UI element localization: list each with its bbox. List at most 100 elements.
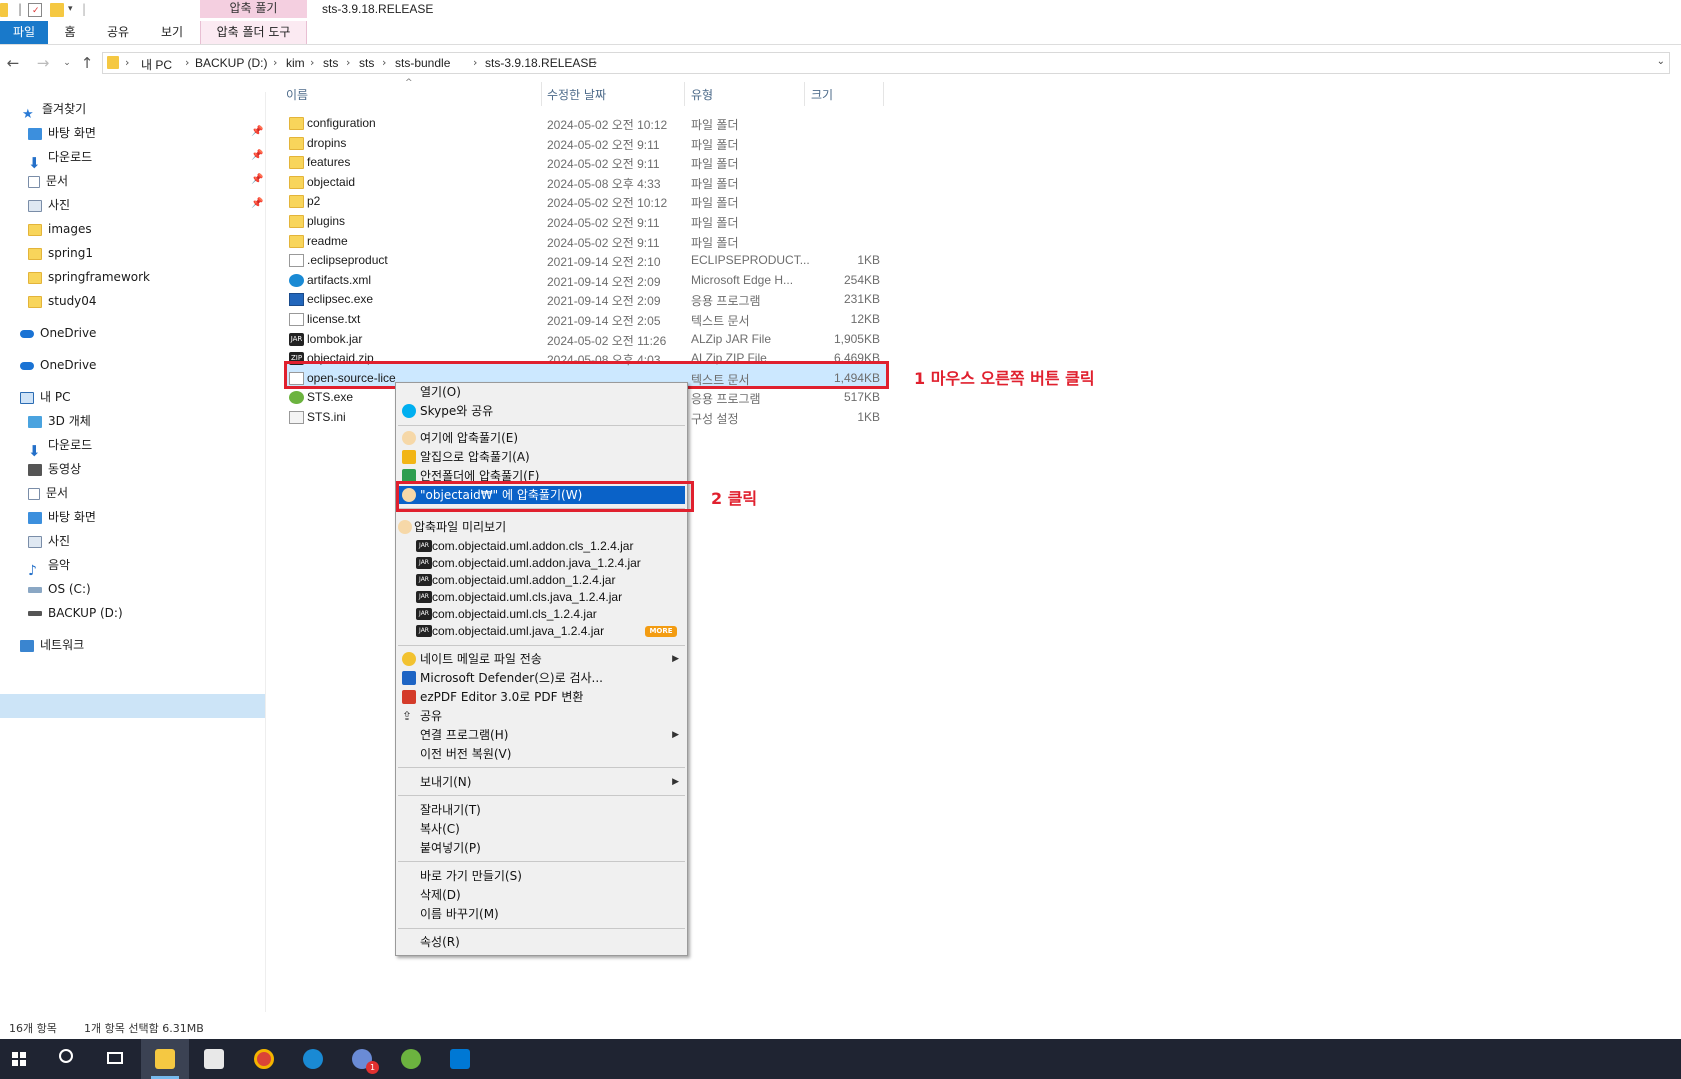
taskbar-edge[interactable] — [289, 1039, 337, 1079]
file-row[interactable]: features 2024-05-02 오전 9:11 파일 폴더 — [280, 152, 880, 173]
menu-item-open-with[interactable]: 연결 프로그램(H) ▶ — [398, 726, 685, 744]
preview-item[interactable]: JAR com.objectaid.uml.cls.java_1.2.4.jar — [398, 588, 685, 606]
tab-view[interactable]: 보기 — [152, 21, 192, 44]
nav-downloads[interactable]: ⬇ 다운로드 — [28, 146, 92, 172]
forward-arrow-icon[interactable]: → — [34, 54, 52, 72]
nav-onedrive-2[interactable]: OneDrive — [20, 354, 96, 376]
task-view-button[interactable] — [92, 1039, 140, 1079]
taskbar-file-explorer[interactable] — [141, 1039, 189, 1079]
menu-item-open[interactable]: 열기(O) — [398, 383, 685, 401]
nav-documents[interactable]: 문서 — [28, 170, 68, 192]
menu-item-restore-previous[interactable]: 이전 버전 복원(V) — [398, 745, 685, 763]
file-row[interactable]: configuration 2024-05-02 오전 10:12 파일 폴더 — [280, 113, 880, 134]
file-row[interactable]: .eclipseproduct 2021-09-14 오전 2:10 ECLIPSE… — [280, 250, 880, 271]
column-header-size[interactable]: 크기 — [811, 86, 833, 103]
tab-file[interactable]: 파일 — [0, 21, 48, 44]
breadcrumb-sts-bundle[interactable]: sts-bundle — [395, 56, 450, 70]
menu-item-alzip-extract[interactable]: 알집으로 압축풀기(A) — [398, 448, 685, 466]
taskbar-chrome[interactable] — [240, 1039, 288, 1079]
preview-item[interactable]: JAR com.objectaid.uml.addon.java_1.2.4.ja… — [398, 554, 685, 572]
nav-pc-pictures[interactable]: 사진 — [28, 530, 70, 552]
preview-item[interactable]: JAR com.objectaid.uml.cls_1.2.4.jar — [398, 605, 685, 623]
taskbar-sts[interactable] — [387, 1039, 435, 1079]
tab-compressed-folder-tools[interactable]: 압축 폴더 도구 — [200, 21, 307, 44]
recent-locations-chevron-icon[interactable]: ⌄ — [58, 54, 76, 72]
menu-item-create-shortcut[interactable]: 바로 가기 만들기(S) — [398, 867, 685, 885]
tab-share[interactable]: 공유 — [98, 21, 138, 44]
nav-onedrive-1[interactable]: OneDrive — [20, 322, 96, 344]
taskbar-vscode[interactable] — [436, 1039, 484, 1079]
preview-item[interactable]: JAR com.objectaid.uml.addon_1.2.4.jar — [398, 571, 685, 589]
search-button[interactable] — [44, 1039, 92, 1079]
preview-item[interactable]: JAR com.objectaid.uml.java_1.2.4.jar MORE — [398, 622, 685, 640]
file-row[interactable]: dropins 2024-05-02 오전 9:11 파일 폴더 — [280, 133, 880, 154]
column-divider[interactable] — [883, 82, 884, 106]
nav-pc-desktop[interactable]: 바탕 화면 — [28, 506, 96, 528]
nav-study04[interactable]: study04 — [28, 290, 97, 312]
file-row[interactable]: artifacts.xml 2021-09-14 오전 2:09 Microsoft… — [280, 270, 880, 291]
menu-item-properties[interactable]: 속성(R) — [398, 933, 685, 951]
file-row[interactable]: objectaid 2024-05-08 오후 4:33 파일 폴더 — [280, 172, 880, 193]
start-button[interactable] — [0, 1039, 48, 1079]
customize-qat-icon[interactable]: ▾ — [68, 4, 82, 18]
nav-3d-objects[interactable]: 3D 개체 — [28, 410, 91, 432]
nav-network[interactable]: 네트워크 — [20, 634, 84, 656]
column-divider[interactable] — [804, 82, 805, 106]
menu-item-cut[interactable]: 잘라내기(T) — [398, 801, 685, 819]
menu-item-extract-here[interactable]: 여기에 압축풀기(E) — [398, 429, 685, 447]
nav-os-drive[interactable]: OS (C:) — [28, 578, 91, 600]
breadcrumb-sts-2[interactable]: sts — [359, 56, 374, 70]
nav-desktop[interactable]: 바탕 화면 — [28, 122, 96, 144]
address-dropdown-chevron-icon[interactable]: ⌄ — [1657, 56, 1665, 67]
pin-icon[interactable]: 📌 — [251, 126, 263, 137]
breadcrumb-kim[interactable]: kim — [286, 56, 305, 70]
menu-item-preview[interactable]: 압축파일 미리보기 — [398, 518, 685, 536]
preview-item[interactable]: JAR com.objectaid.uml.addon.cls_1.2.4.jar — [398, 537, 685, 555]
back-arrow-icon[interactable]: ← — [4, 54, 22, 72]
nav-music[interactable]: ♪ 음악 — [28, 554, 70, 579]
address-bar[interactable]: › 내 PC › BACKUP (D:) › kim › sts › sts ›… — [102, 52, 1670, 74]
file-row[interactable]: readme 2024-05-02 오전 9:11 파일 폴더 — [280, 231, 880, 252]
nav-backup-drive[interactable]: BACKUP (D:) — [28, 602, 123, 624]
nav-quick-access[interactable]: ★ 즐겨찾기 — [22, 98, 86, 122]
breadcrumb-sts[interactable]: sts — [323, 56, 338, 70]
menu-item-paste[interactable]: 붙여넣기(P) — [398, 839, 685, 857]
breadcrumb-backup-drive[interactable]: BACKUP (D:) — [195, 56, 267, 70]
menu-item-delete[interactable]: 삭제(D) — [398, 886, 685, 904]
nav-pictures[interactable]: 사진 — [28, 194, 70, 216]
menu-item-ezpdf[interactable]: ezPDF Editor 3.0로 PDF 변환 — [398, 688, 685, 706]
column-header-date[interactable]: 수정한 날짜 — [547, 86, 606, 103]
menu-item-nate-mail[interactable]: 네이트 메일로 파일 전송 ▶ — [398, 650, 685, 668]
column-header-type[interactable]: 유형 — [691, 86, 713, 103]
pin-icon[interactable]: 📌 — [251, 174, 263, 185]
file-row[interactable]: p2 2024-05-02 오전 10:12 파일 폴더 — [280, 191, 880, 212]
nav-this-pc[interactable]: 내 PC — [20, 386, 70, 408]
file-row[interactable]: eclipsec.exe 2021-09-14 오전 2:09 응용 프로그램 231… — [280, 289, 880, 310]
nav-images[interactable]: images — [28, 218, 92, 240]
menu-item-defender-scan[interactable]: Microsoft Defender(으)로 검사... — [398, 669, 685, 687]
menu-item-share[interactable]: ⇪ 공유 — [398, 707, 685, 725]
taskbar-messenger[interactable]: 1 — [338, 1039, 386, 1079]
taskbar-store[interactable] — [190, 1039, 238, 1079]
file-row[interactable]: JAR lombok.jar 2024-05-02 오전 11:26 ALZip JA… — [280, 329, 880, 350]
tab-home[interactable]: 홈 — [52, 21, 88, 44]
nav-spring1[interactable]: spring1 — [28, 242, 93, 264]
breadcrumb-sts-release[interactable]: sts-3.9.18.RELEASE — [485, 56, 596, 70]
menu-item-send-to[interactable]: 보내기(N) ▶ — [398, 773, 685, 791]
up-arrow-icon[interactable]: ↑ — [78, 54, 96, 72]
column-divider[interactable] — [541, 82, 542, 106]
nav-pc-downloads[interactable]: ⬇ 다운로드 — [28, 434, 92, 460]
column-header-name[interactable]: 이름 — [286, 86, 308, 103]
breadcrumb-this-pc[interactable]: 내 PC — [141, 56, 172, 73]
properties-icon[interactable]: ✓ — [28, 3, 42, 17]
file-row[interactable]: plugins 2024-05-02 오전 9:11 파일 폴더 — [280, 211, 880, 232]
more-badge[interactable]: MORE — [645, 626, 677, 637]
column-divider[interactable] — [684, 82, 685, 106]
pin-icon[interactable]: 📌 — [251, 198, 263, 209]
nav-springframework[interactable]: springframework — [28, 266, 150, 288]
menu-item-rename[interactable]: 이름 바꾸기(M) — [398, 905, 685, 923]
menu-item-skype-share[interactable]: Skype와 공유 — [398, 402, 685, 420]
menu-item-copy[interactable]: 복사(C) — [398, 820, 685, 838]
nav-pc-documents[interactable]: 문서 — [28, 482, 68, 504]
nav-videos[interactable]: 동영상 — [28, 458, 81, 480]
